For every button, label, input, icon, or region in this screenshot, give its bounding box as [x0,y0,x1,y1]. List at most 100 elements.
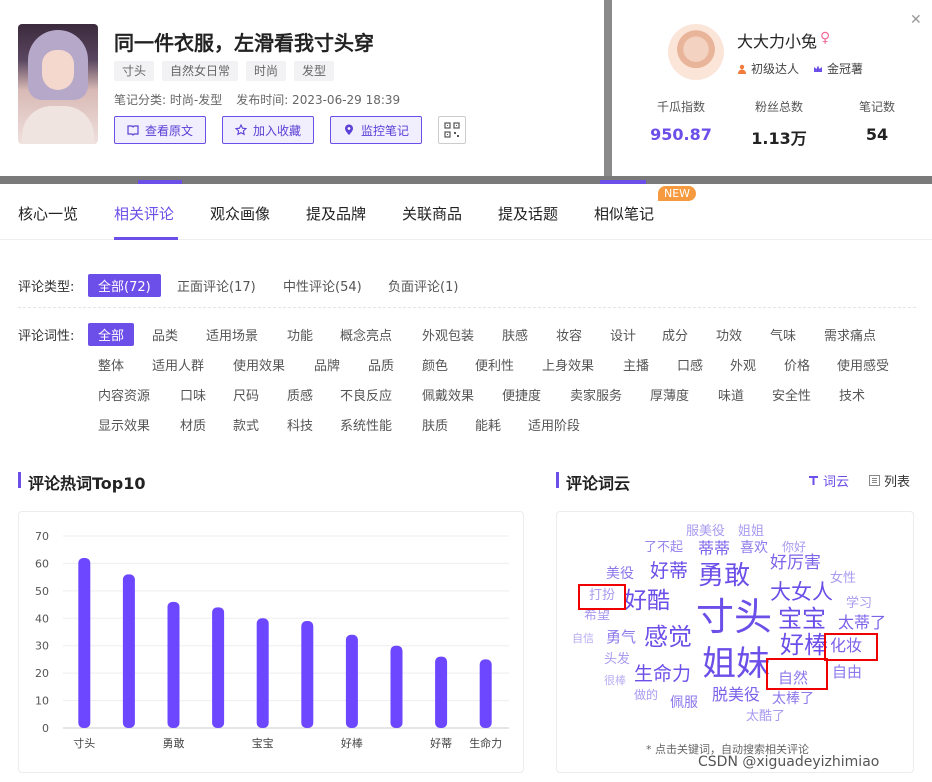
attr-chip[interactable]: 成分 [662,325,688,344]
type-chip-negative[interactable]: 负面评论(1) [388,276,458,295]
cloud-word[interactable]: 太棒了 [772,692,814,706]
attr-chip[interactable]: 妆容 [556,325,582,344]
cloud-word[interactable]: 喜欢 [740,541,768,555]
attr-chip[interactable]: 科技 [287,415,313,434]
cloud-word[interactable]: 大女人 [770,582,833,603]
attr-chip[interactable]: 上身效果 [542,355,594,374]
view-cloud-button[interactable]: 词云 [808,471,849,490]
qr-code-button[interactable] [438,116,467,144]
attr-chip[interactable]: 品牌 [314,355,340,374]
cloud-word[interactable]: 自由 [832,665,862,680]
note-tag[interactable]: 自然女日常 [162,61,239,81]
type-chip-neutral[interactable]: 中性评论(54) [283,276,362,295]
attr-chip[interactable]: 使用感受 [837,355,889,374]
bar[interactable] [212,607,225,728]
cloud-word[interactable]: 好棒 [780,633,828,657]
cloud-word[interactable]: 自信 [572,633,594,644]
type-chip-all[interactable]: 全部(72) [88,274,161,297]
cloud-word[interactable]: 好蒂 [650,562,688,581]
cloud-word[interactable]: 宝宝 [778,607,826,631]
tab-brands[interactable]: 提及品牌 [306,203,366,224]
bar[interactable] [167,601,180,728]
attr-chip[interactable]: 味道 [718,385,744,404]
tab-similar-notes[interactable]: 相似笔记 [594,203,654,224]
view-list-button[interactable]: 列表 [869,471,910,490]
monitor-note-button[interactable]: 监控笔记 [330,116,423,144]
attr-chip[interactable]: 价格 [784,355,810,374]
cloud-word[interactable]: 头发 [604,653,630,666]
attr-chip[interactable]: 适用人群 [152,355,204,374]
attr-chip[interactable]: 使用效果 [233,355,285,374]
cloud-word[interactable]: 勇气 [606,630,636,645]
tab-comments[interactable]: 相关评论 [114,203,174,224]
cloud-word[interactable]: 好厉害 [770,555,821,572]
cloud-word[interactable]: 佩服 [670,696,698,710]
attr-chip[interactable]: 适用阶段 [528,415,580,434]
note-tag[interactable]: 发型 [294,61,335,81]
author-name[interactable]: 大大力小兔 [737,28,817,52]
attr-chip[interactable]: 适用场景 [206,325,258,344]
cloud-word[interactable]: 蒂蒂 [698,541,730,557]
cloud-word[interactable]: 太蒂了 [838,615,886,631]
bar[interactable] [479,659,492,728]
cloud-word[interactable]: 希望 [584,609,610,622]
cloud-word[interactable]: 勇敢 [698,563,750,589]
cloud-word[interactable]: 女性 [830,572,856,585]
attr-chip[interactable]: 安全性 [772,385,811,404]
tab-audience[interactable]: 观众画像 [210,203,270,224]
view-original-button[interactable]: 查看原文 [114,116,207,144]
attr-chip[interactable]: 肤感 [502,325,528,344]
attr-chip[interactable]: 材质 [180,415,206,434]
tab-topics[interactable]: 提及话题 [498,203,558,224]
cloud-word[interactable]: 感觉 [644,625,692,649]
attr-chip[interactable]: 主播 [623,355,649,374]
attr-chip[interactable]: 需求痛点 [824,325,876,344]
attr-chip[interactable]: 颜色 [422,355,448,374]
bar[interactable] [122,574,135,728]
attr-chip[interactable]: 外观 [730,355,756,374]
attr-chip[interactable]: 功效 [716,325,742,344]
bar[interactable] [301,621,314,728]
cloud-word[interactable]: 了不起 [644,541,683,554]
attr-chip[interactable]: 肤质 [422,415,448,434]
attr-chip[interactable]: 设计 [610,325,636,344]
attr-chip[interactable]: 气味 [770,325,796,344]
attr-chip[interactable]: 系统性能 [340,415,392,434]
cloud-word[interactable]: 姐妹 [702,647,770,681]
note-cover-image[interactable] [18,24,98,144]
cloud-word[interactable]: 做的 [634,689,658,701]
tab-overview[interactable]: 核心一览 [18,203,78,224]
attr-chip[interactable]: 便利性 [475,355,514,374]
type-chip-positive[interactable]: 正面评论(17) [177,276,256,295]
attr-chip[interactable]: 概念亮点 [340,325,392,344]
attr-chip[interactable]: 显示效果 [98,415,150,434]
add-favorite-button[interactable]: 加入收藏 [222,116,315,144]
bar[interactable] [390,645,403,728]
close-icon[interactable]: ✕ [910,12,922,28]
attr-chip[interactable]: 款式 [233,415,259,434]
attr-chip[interactable]: 不良反应 [340,385,392,404]
cloud-word[interactable]: 脱美役 [712,687,760,703]
attr-chip[interactable]: 品类 [152,325,178,344]
bar[interactable] [345,634,358,728]
cloud-word[interactable]: 很棒 [604,675,626,686]
attr-chip[interactable]: 技术 [839,385,865,404]
cloud-word[interactable]: 生命力 [634,665,691,684]
tab-products[interactable]: 关联商品 [402,203,462,224]
attr-chip[interactable]: 外观包装 [422,325,474,344]
cloud-word[interactable]: 美役 [606,567,634,581]
attr-chip[interactable]: 卖家服务 [570,385,622,404]
bar[interactable] [435,656,448,728]
cloud-word[interactable]: 你好 [782,541,806,553]
attr-chip[interactable]: 便捷度 [502,385,541,404]
cloud-word[interactable]: 姐姐 [738,525,764,538]
cloud-word[interactable]: 太酷了 [746,710,785,723]
attr-chip[interactable]: 品质 [368,355,394,374]
note-tag[interactable]: 寸头 [114,61,155,81]
cloud-word[interactable]: 服美役 [686,525,725,538]
attr-chip[interactable]: 全部 [88,323,135,346]
bar[interactable] [78,557,91,728]
attr-chip[interactable]: 佩戴效果 [422,385,474,404]
attr-chip[interactable]: 口味 [180,385,206,404]
attr-chip[interactable]: 质感 [287,385,313,404]
